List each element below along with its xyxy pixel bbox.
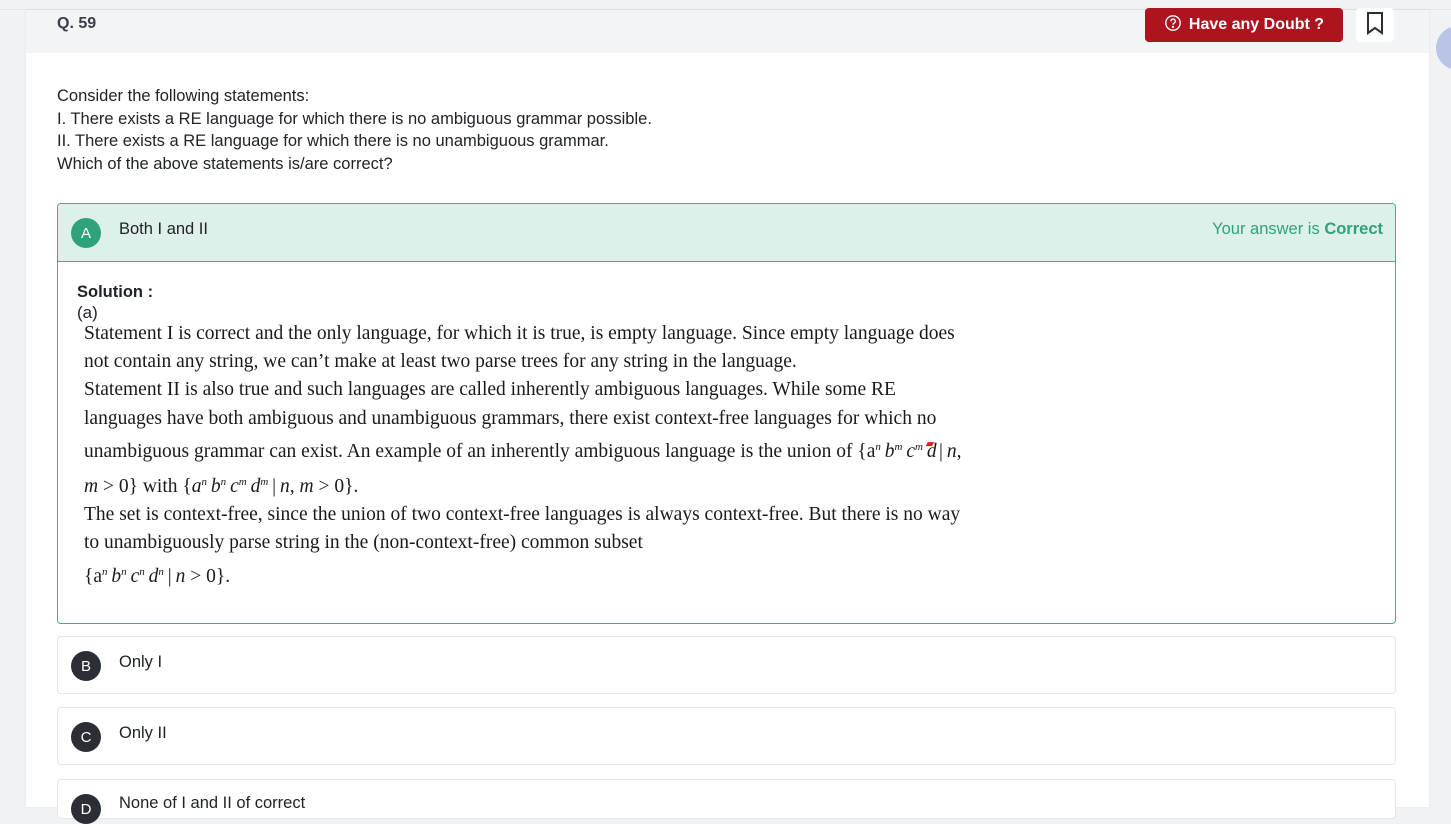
answer-verdict: Your answer is Correct <box>1212 220 1383 239</box>
option-a[interactable]: A Both I and II Your answer is Correct <box>58 204 1395 262</box>
have-doubt-label: Have any Doubt ? <box>1188 16 1325 33</box>
solution-paragraph: Statement I is correct and the only lang… <box>84 323 955 373</box>
bookmark-icon <box>1365 11 1385 40</box>
option-label: Both I and II <box>119 220 208 238</box>
math-set: {an bn cm dm | n, m > 0}. <box>182 476 359 498</box>
solution-text: with <box>137 476 183 498</box>
have-doubt-button[interactable]: Have any Doubt ? <box>1145 8 1343 42</box>
option-letter-badge: D <box>71 794 101 824</box>
solution-title: Solution : <box>77 283 154 301</box>
solution-paragraph: The set is context-free, since the union… <box>84 504 961 554</box>
question-header: Q. 59 Have any Doubt ? <box>26 8 1429 53</box>
solution-text: Statement II is also true and such langu… <box>84 379 937 462</box>
option-letter-badge: B <box>71 651 101 681</box>
option-letter-badge: A <box>71 218 101 248</box>
question-number: Q. 59 <box>57 15 97 32</box>
option-label: Only II <box>119 724 167 742</box>
option-c[interactable]: C Only II <box>57 707 1396 765</box>
question-line: II. There exists a RE language for which… <box>57 132 609 151</box>
question-card: Q. 59 Have any Doubt ? Consider the foll… <box>26 8 1429 824</box>
option-b[interactable]: B Only I <box>57 636 1396 694</box>
verdict-status: Correct <box>1324 220 1383 238</box>
option-label: None of I and II of correct <box>119 794 306 812</box>
bookmark-button[interactable] <box>1356 8 1394 42</box>
option-label: Only I <box>119 653 163 671</box>
question-text: Consider the following statements: I. Th… <box>57 85 857 175</box>
solution-body: Statement I is correct and the only lang… <box>84 320 964 591</box>
solution-paragraph: Statement II is also true and such langu… <box>84 376 964 501</box>
option-letter-badge: C <box>71 722 101 752</box>
question-line: Consider the following statements: <box>57 87 310 105</box>
verdict-prefix: Your answer is <box>1212 220 1325 238</box>
option-d[interactable]: D None of I and II of correct <box>57 779 1396 824</box>
math-set: {an bn cn dn | n > 0}. <box>84 565 231 587</box>
question-line: I. There exists a RE language for which … <box>57 109 652 128</box>
question-line: Which of the above statements is/are cor… <box>57 154 393 173</box>
option-a-correct: A Both I and II Your answer is Correct S… <box>57 203 1396 624</box>
annotation-mark: ▰ <box>925 437 935 450</box>
question-bubble-icon <box>1164 14 1182 37</box>
avatar[interactable] <box>1436 26 1451 70</box>
